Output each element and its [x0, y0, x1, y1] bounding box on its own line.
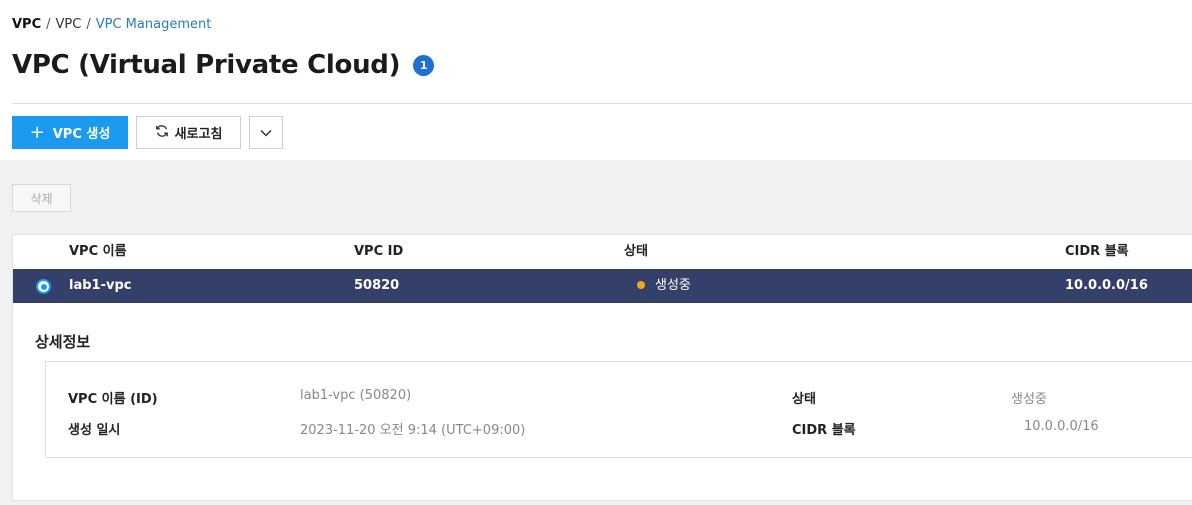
column-header-status[interactable]: 상태: [624, 235, 648, 269]
detail-title: 상세정보: [35, 333, 91, 351]
status-dot-icon: [637, 280, 645, 289]
breadcrumb-separator: /: [46, 17, 51, 32]
row-status-text: 생성중: [655, 278, 691, 293]
table-header: VPC 이름 VPC ID 상태 CIDR 블록: [13, 235, 1192, 269]
detail-name-value: lab1-vpc (50820): [300, 388, 412, 403]
table-row[interactable]: lab1-vpc 50820 생성중 10.0.0.0/16: [13, 269, 1192, 303]
delete-button[interactable]: 삭제: [12, 184, 71, 212]
column-header-name[interactable]: VPC 이름: [69, 235, 127, 269]
column-header-cidr[interactable]: CIDR 블록: [1065, 235, 1129, 269]
breadcrumb-current[interactable]: VPC Management: [96, 17, 212, 32]
row-status: 생성중: [637, 269, 691, 303]
breadcrumb-separator: /: [86, 17, 91, 32]
detail-cidr-value: 10.0.0.0/16: [1024, 419, 1099, 434]
page-header: VPC (Virtual Private Cloud) 1: [12, 50, 435, 80]
title-divider: [12, 103, 1192, 104]
detail-status-value: 생성중: [1011, 392, 1047, 407]
row-cidr: 10.0.0.0/16: [1065, 278, 1148, 293]
create-vpc-button[interactable]: + VPC 생성: [12, 116, 128, 149]
create-vpc-label: VPC 생성: [52, 127, 111, 142]
toolbar: + VPC 생성 새로고침: [12, 116, 283, 149]
refresh-icon: [155, 124, 169, 142]
detail-cidr-label: CIDR 블록: [792, 423, 856, 438]
breadcrumb-root[interactable]: VPC: [12, 17, 41, 32]
refresh-label: 새로고침: [174, 127, 223, 142]
detail-created-value: 2023-11-20 오전 9:14 (UTC+09:00): [300, 423, 526, 438]
page-title: VPC (Virtual Private Cloud): [12, 50, 401, 80]
column-header-id[interactable]: VPC ID: [354, 235, 403, 269]
vpc-panel: VPC 이름 VPC ID 상태 CIDR 블록 lab1-vpc 50820 …: [12, 234, 1192, 501]
row-vpc-name: lab1-vpc: [69, 278, 132, 293]
chevron-down-icon: [260, 125, 272, 140]
detail-status-label: 상태: [792, 392, 816, 407]
detail-name-label: VPC 이름 (ID): [68, 392, 158, 407]
breadcrumb-vpc[interactable]: VPC: [56, 17, 82, 32]
detail-box: VPC 이름 (ID) lab1-vpc (50820) 상태 생성중 생성 일…: [45, 361, 1192, 458]
refresh-button[interactable]: 새로고침: [136, 116, 241, 149]
count-badge: 1: [413, 54, 435, 76]
plus-icon: +: [29, 121, 45, 143]
more-actions-dropdown[interactable]: [249, 116, 283, 149]
detail-created-label: 생성 일시: [68, 423, 121, 438]
row-vpc-id: 50820: [354, 278, 400, 293]
breadcrumb: VPC / VPC / VPC Management: [12, 17, 211, 32]
row-select-radio[interactable]: [36, 279, 51, 294]
